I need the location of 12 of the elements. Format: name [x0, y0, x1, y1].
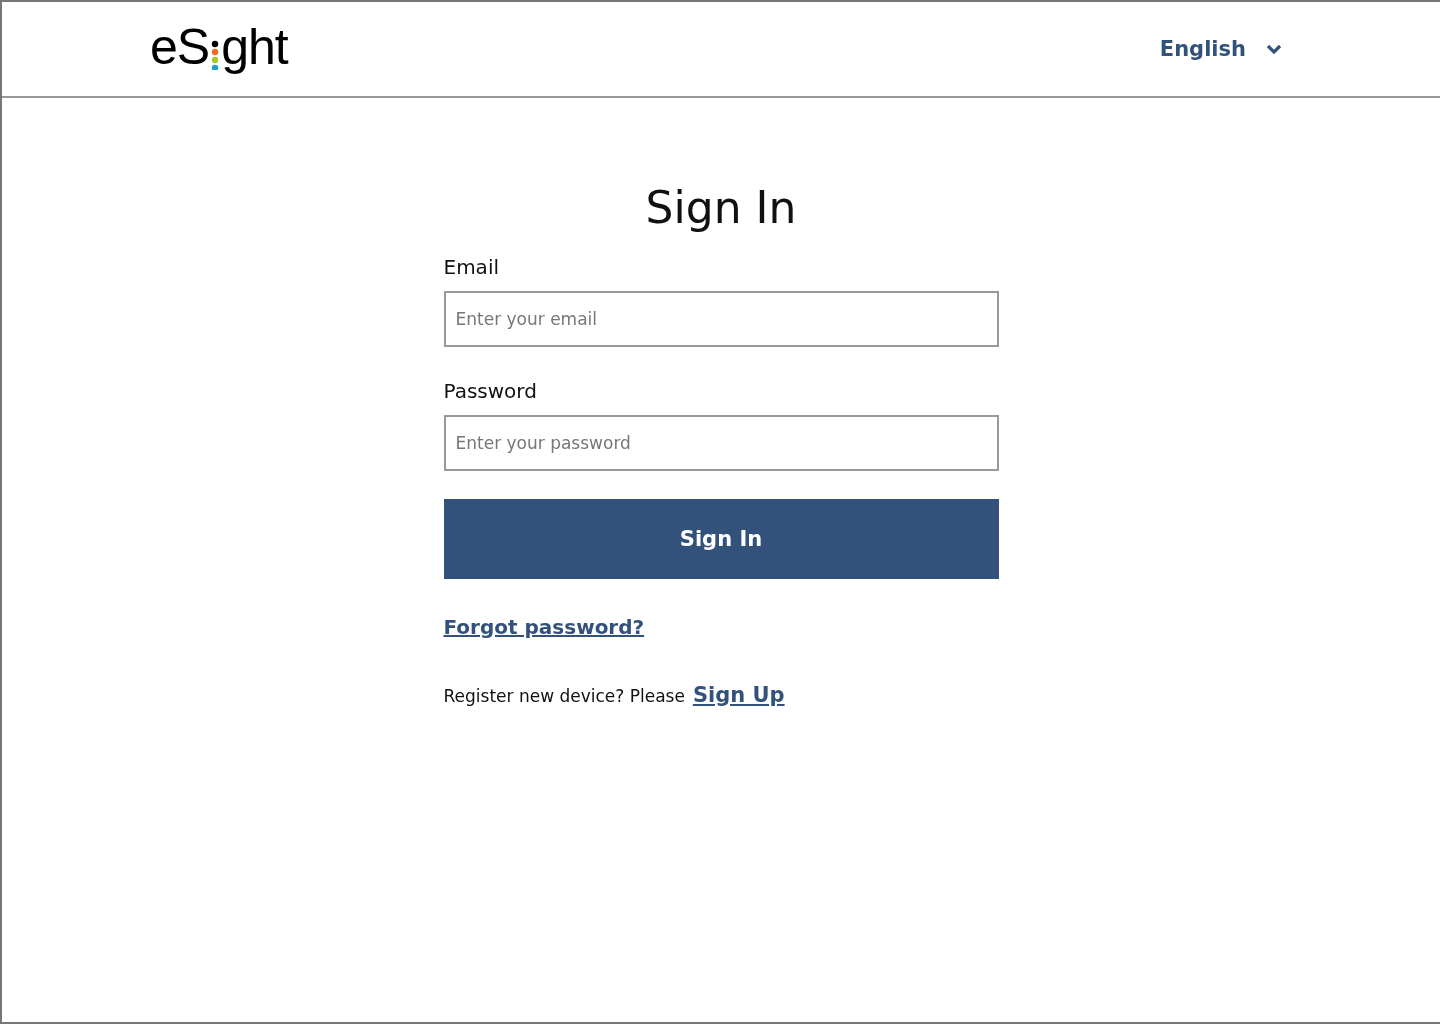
- sign-in-button[interactable]: Sign In: [443, 498, 999, 579]
- field-label: Password: [443, 378, 538, 403]
- input-field[interactable]: Enter your password: [443, 414, 999, 471]
- page-title: Sign In: [644, 182, 798, 235]
- sign-up-link[interactable]: Sign Up: [692, 682, 785, 707]
- register-prompt: Register new device? Please: [443, 685, 685, 706]
- language-dropdown[interactable]: English: [1159, 37, 1282, 61]
- field-label: Email: [443, 254, 500, 279]
- input-field[interactable]: Enter your email: [443, 290, 999, 347]
- chevron-down-icon: [1266, 43, 1282, 55]
- logo: eS ght: [150, 22, 288, 72]
- forgot-password-link[interactable]: Forgot password?: [443, 614, 645, 639]
